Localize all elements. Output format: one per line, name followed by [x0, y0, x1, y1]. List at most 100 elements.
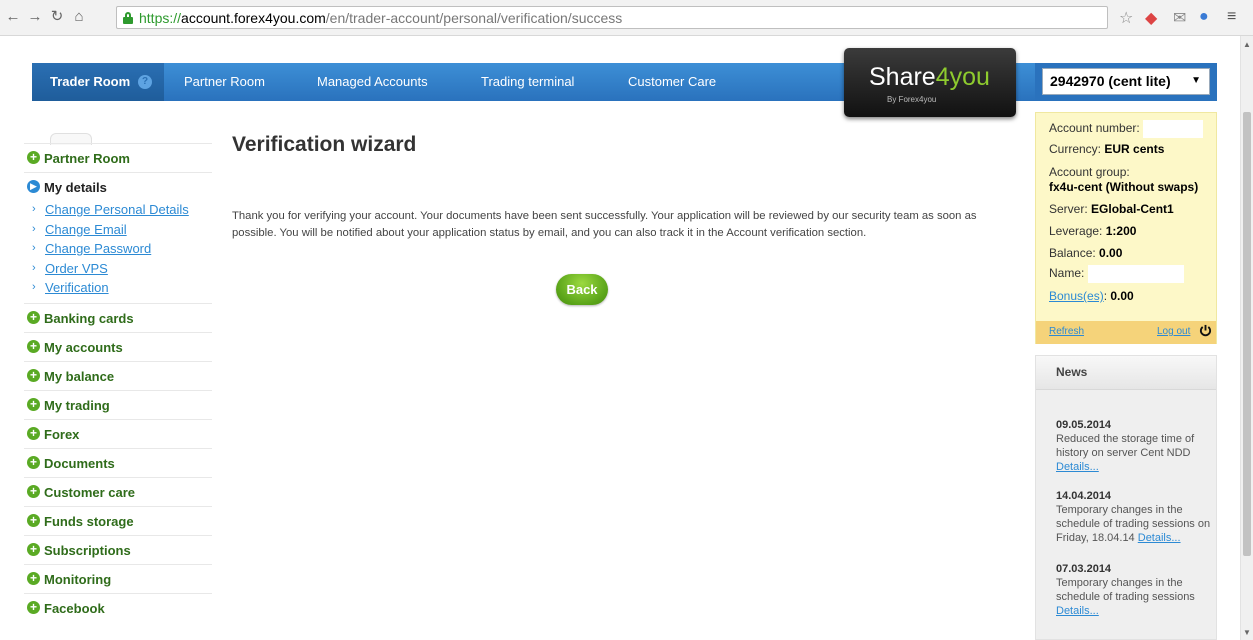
sidebar-section-label: My details — [44, 180, 107, 195]
sidebar-section-documents[interactable]: + Documents — [24, 447, 212, 477]
sidebar-section-label: My accounts — [44, 339, 123, 355]
reload-icon[interactable]: ↻ — [48, 7, 66, 27]
sidebar-section-partner-room[interactable]: + Partner Room — [24, 143, 212, 172]
logo-text-4you: 4you — [935, 63, 990, 91]
profile-icon[interactable]: ● — [1199, 8, 1209, 26]
logout-link[interactable]: Log out — [1157, 326, 1190, 337]
balance-row: Balance: 0.00 — [1049, 246, 1122, 260]
plus-icon: + — [27, 513, 40, 527]
plus-icon: + — [27, 368, 40, 382]
logo-text-share: Share — [869, 63, 936, 91]
news-details-link[interactable]: Details... — [1056, 461, 1099, 473]
sidebar-section-subscriptions[interactable]: + Subscriptions — [24, 534, 212, 564]
server-label: Server: — [1049, 202, 1088, 216]
sidebar-section-label: Monitoring — [44, 571, 112, 587]
news-text: Reduced the storage time of history on s… — [1056, 433, 1195, 459]
order-vps-link[interactable]: Order VPS — [45, 261, 108, 276]
currency-label: Currency: — [1049, 142, 1102, 156]
sidebar-section-my-trading[interactable]: + My trading — [24, 389, 212, 419]
submenu-item-change-personal-details: › Change Personal Details — [24, 201, 212, 221]
account-number-row: Account number: — [1049, 120, 1204, 138]
verification-success-message: Thank you for verifying your account. Yo… — [232, 210, 977, 239]
nav-trader-room[interactable]: Trader Room — [50, 74, 130, 89]
plus-icon: + — [27, 397, 40, 411]
change-email-link[interactable]: Change Email — [45, 222, 127, 237]
sidebar-section-label: Forex — [44, 426, 80, 442]
sidebar: + Partner Room ▶ My details › Change Pers… — [24, 143, 212, 622]
url-text[interactable]: https://account.forex4you.com/en/trader-… — [139, 10, 622, 26]
news-details-link[interactable]: Details... — [1056, 605, 1099, 617]
page-title: Verification wizard — [232, 133, 417, 156]
share4you-logo[interactable]: Share4you By Forex4you — [844, 48, 1016, 117]
account-info-panel: Account number: Currency: EUR cents Acco… — [1035, 112, 1217, 344]
sidebar-section-label: Funds storage — [44, 513, 134, 529]
plus-icon: + — [27, 484, 40, 498]
name-label: Name: — [1049, 266, 1085, 281]
plus-icon: + — [27, 455, 40, 469]
account-panel-footer: Refresh Log out — [1036, 321, 1216, 344]
expanded-arrow-icon: ▶ — [27, 180, 40, 193]
submenu-item-verification: › Verification — [24, 279, 212, 299]
news-item: 07.03.2014 Temporary changes in the sche… — [1056, 562, 1211, 618]
menu-icon[interactable]: ≡ — [1227, 8, 1236, 26]
address-bar[interactable]: https://account.forex4you.com/en/trader-… — [116, 6, 1108, 29]
account-dropdown[interactable]: 2942970 (cent lite) ▼ — [1042, 68, 1210, 95]
change-personal-details-link[interactable]: Change Personal Details — [45, 202, 189, 217]
sidebar-section-label: Documents — [44, 455, 115, 471]
my-details-submenu: › Change Personal Details › Change Email ›… — [24, 201, 212, 303]
server-row: Server: EGlobal-Cent1 — [1049, 202, 1174, 216]
news-date: 14.04.2014 — [1056, 490, 1112, 502]
refresh-link[interactable]: Refresh — [1049, 326, 1084, 337]
nav-customer-care[interactable]: Customer Care — [628, 74, 716, 89]
page-scrollbar[interactable]: ▲ ▼ — [1240, 36, 1253, 640]
change-password-link[interactable]: Change Password — [45, 241, 151, 256]
power-icon[interactable] — [1199, 324, 1212, 337]
back-arrow-icon[interactable]: ← — [4, 7, 22, 27]
bonus-link[interactable]: Bonus(es) — [1049, 289, 1104, 303]
sidebar-section-my-accounts[interactable]: + My accounts — [24, 331, 212, 361]
sidebar-section-forex[interactable]: + Forex — [24, 418, 212, 448]
sidebar-section-banking-cards[interactable]: + Banking cards — [24, 302, 212, 332]
mail-icon[interactable]: ✉ — [1173, 8, 1186, 28]
extension-icon[interactable]: ◆ — [1145, 8, 1157, 28]
verification-link[interactable]: Verification — [45, 280, 109, 295]
caret-down-icon: ▼ — [1191, 75, 1201, 86]
sidebar-section-monitoring[interactable]: + Monitoring — [24, 563, 212, 593]
home-icon[interactable]: ⌂ — [70, 7, 88, 27]
forward-arrow-icon[interactable]: → — [26, 7, 44, 27]
sidebar-section-my-balance[interactable]: + My balance — [24, 360, 212, 390]
submenu-item-order-vps: › Order VPS — [24, 260, 212, 280]
leverage-label: Leverage: — [1049, 224, 1103, 238]
news-item: 09.05.2014 Reduced the storage time of h… — [1056, 418, 1211, 474]
sidebar-section-my-details[interactable]: ▶ My details — [24, 172, 212, 201]
help-icon[interactable]: ? — [138, 75, 152, 89]
account-selector: 2942970 (cent lite) ▼ — [1035, 63, 1217, 101]
plus-icon: + — [27, 310, 40, 324]
sidebar-section-facebook[interactable]: + Facebook — [24, 592, 212, 622]
logo-subtext: By Forex4you — [887, 95, 937, 104]
account-number-value — [1143, 120, 1204, 138]
lock-icon — [123, 12, 133, 24]
news-details-link[interactable]: Details... — [1138, 532, 1181, 544]
balance-label: Balance: — [1049, 246, 1096, 260]
plus-icon: + — [27, 542, 40, 556]
sidebar-section-label: Partner Room — [44, 151, 130, 166]
news-heading: News — [1056, 365, 1088, 379]
news-panel: News 09.05.2014 Reduced the storage time… — [1035, 355, 1217, 640]
sidebar-section-label: Customer care — [44, 484, 136, 500]
nav-partner-room[interactable]: Partner Room — [184, 74, 265, 89]
nav-managed-accounts[interactable]: Managed Accounts — [317, 74, 428, 89]
sidebar-section-customer-care[interactable]: + Customer care — [24, 476, 212, 506]
scroll-down-icon[interactable]: ▼ — [1243, 628, 1251, 637]
account-dropdown-value: 2942970 (cent lite) — [1050, 73, 1171, 89]
sidebar-section-label: Banking cards — [44, 310, 134, 326]
star-icon[interactable]: ☆ — [1119, 8, 1133, 28]
scroll-up-icon[interactable]: ▲ — [1243, 40, 1251, 49]
back-button[interactable]: Back — [556, 274, 608, 305]
scroll-thumb[interactable] — [1243, 112, 1251, 556]
server-value: EGlobal-Cent1 — [1091, 202, 1174, 216]
sidebar-section-funds-storage[interactable]: + Funds storage — [24, 505, 212, 535]
chevron-right-icon: › — [32, 281, 36, 293]
nav-trading-terminal[interactable]: Trading terminal — [481, 74, 574, 89]
news-date: 09.05.2014 — [1056, 419, 1112, 431]
